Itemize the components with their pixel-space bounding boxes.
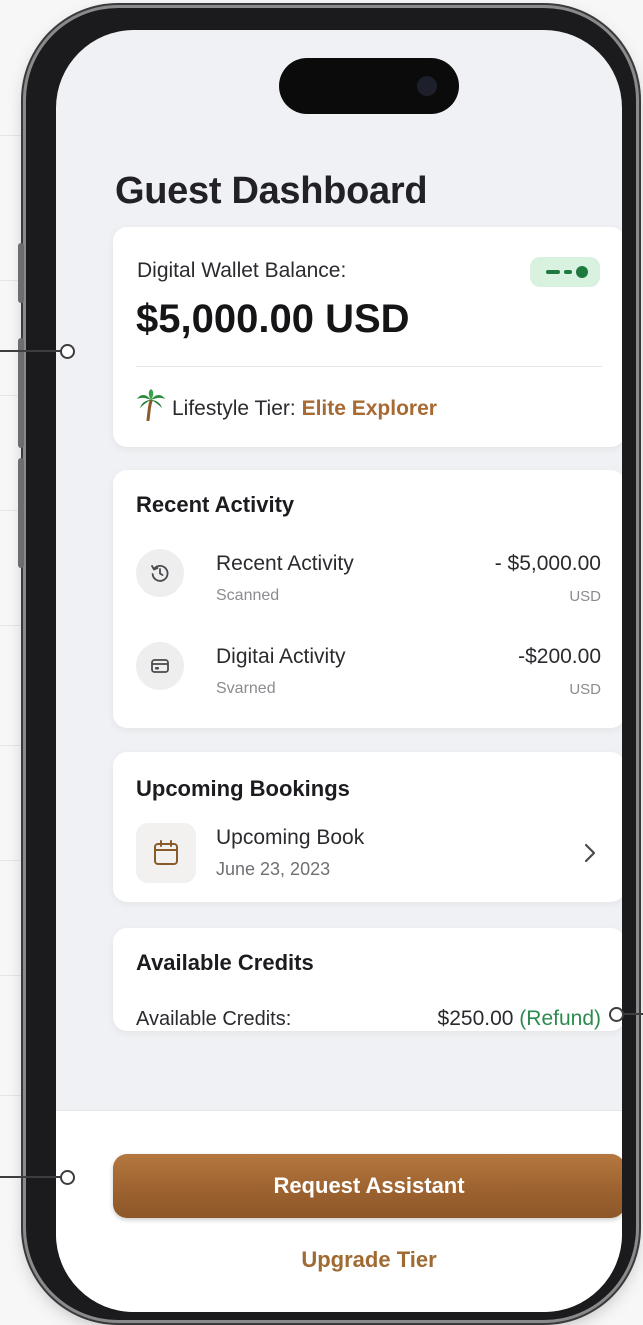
booking-name: Upcoming Book (216, 826, 365, 849)
phone-frame: Guest Dashboard Digital Wallet Balance: … (18, 8, 636, 1320)
activity-amount: - $5,000.00 (494, 552, 601, 575)
activity-currency: USD (569, 681, 601, 698)
tier-label: Lifestyle Tier: (172, 397, 296, 420)
bottom-action-bar: Request Assistant Upgrade Tier (56, 1110, 622, 1312)
upcoming-bookings-card: Upcoming Bookings Upcoming Book June 23,… (113, 752, 622, 902)
wallet-card: Digital Wallet Balance: $5,000.00 USD Li… (113, 227, 622, 447)
divider (136, 366, 602, 367)
lifestyle-tier-row: Lifestyle Tier: Elite Explorer (136, 389, 437, 421)
dynamic-island (279, 58, 459, 114)
toggle-dash (564, 270, 572, 274)
available-credits-card: Available Credits Available Credits: $25… (113, 928, 622, 1031)
credits-label: Available Credits: (136, 1008, 292, 1030)
activity-amount: -$200.00 (518, 645, 601, 668)
palm-tree-icon (137, 389, 165, 421)
section-title-available-credits: Available Credits (136, 950, 314, 975)
activity-status: Svarned (216, 680, 276, 697)
booking-date: June 23, 2023 (216, 859, 331, 879)
section-title-upcoming-bookings: Upcoming Bookings (136, 776, 350, 801)
tier-value: Elite Explorer (301, 397, 437, 420)
page-title: Guest Dashboard (115, 170, 428, 212)
wallet-card-icon (136, 642, 184, 690)
activity-status: Scanned (216, 587, 280, 604)
recent-activity-card: Recent Activity Recent Activity Scanned … (113, 470, 622, 728)
volume-up-button (18, 243, 24, 303)
callout-line (0, 350, 62, 352)
toggle-knob (576, 266, 588, 278)
toggle-dash (546, 270, 560, 274)
activity-currency: USD (569, 588, 601, 605)
calendar-icon (136, 823, 196, 883)
callout-dot (60, 1170, 75, 1185)
chevron-right-icon[interactable] (583, 842, 597, 871)
section-title-recent-activity: Recent Activity (136, 492, 295, 517)
callout-dot (60, 344, 75, 359)
action-button (18, 458, 24, 568)
wallet-balance-amount: $5,000.00 USD (136, 297, 410, 341)
refund-note: (Refund) (519, 1007, 601, 1030)
phone-screen: Guest Dashboard Digital Wallet Balance: … (56, 30, 622, 1312)
activity-name: Recent Activity (216, 552, 354, 575)
callout-line (622, 1013, 643, 1015)
activity-name: Digitai Activity (216, 645, 346, 668)
wallet-balance-label: Digital Wallet Balance: (137, 259, 347, 282)
toggle-switch-icon[interactable] (530, 257, 600, 287)
volume-down-button (18, 338, 24, 448)
credits-amount: $250.00 (437, 1007, 514, 1030)
camera-lens-icon (417, 76, 437, 96)
callout-line (0, 1176, 62, 1178)
request-assistant-button[interactable]: Request Assistant (113, 1154, 622, 1218)
callout-dot (609, 1007, 624, 1022)
upgrade-tier-button[interactable]: Upgrade Tier (56, 1247, 622, 1273)
history-clock-icon (136, 549, 184, 597)
credits-value-row: $250.00 (Refund) (438, 1007, 601, 1031)
